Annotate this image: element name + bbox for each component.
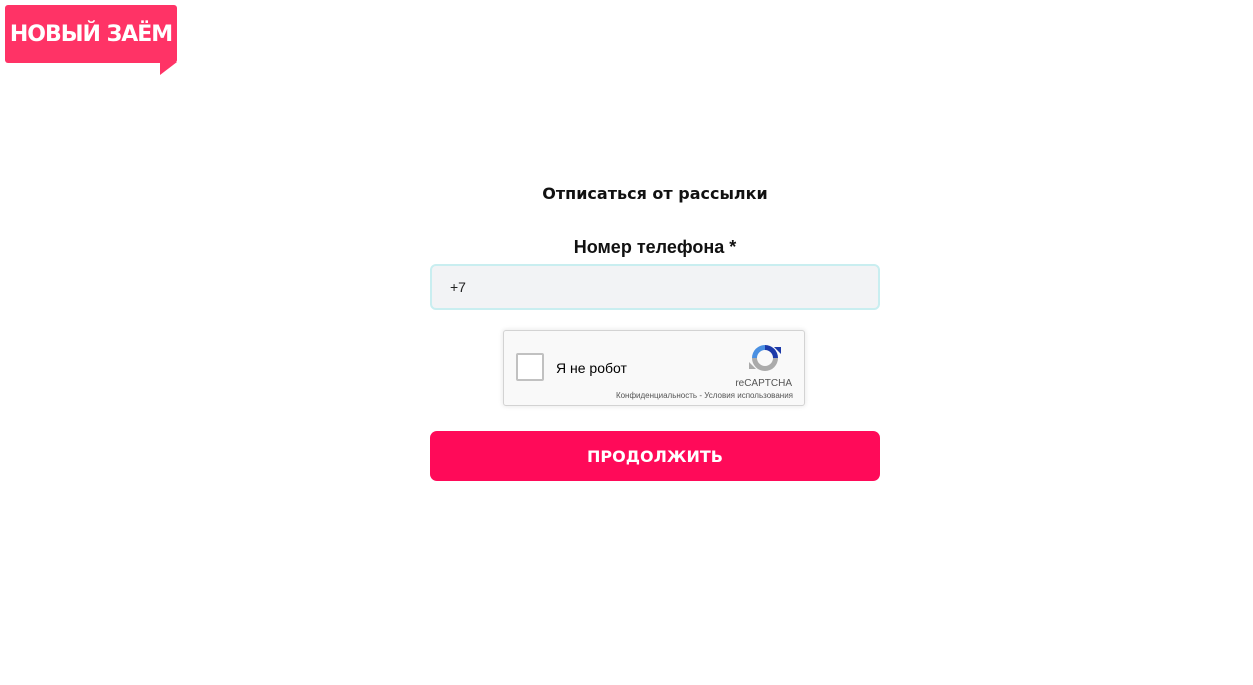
page-title: Отписаться от рассылки bbox=[542, 184, 768, 203]
recaptcha-checkbox[interactable] bbox=[516, 353, 544, 381]
privacy-link[interactable]: Конфиденциальность bbox=[616, 391, 697, 400]
recaptcha-label: Я не робот bbox=[556, 360, 627, 376]
recaptcha-logo-icon bbox=[749, 345, 781, 371]
phone-input[interactable] bbox=[430, 264, 880, 310]
phone-label: Номер телефона * bbox=[573, 237, 737, 257]
logo-tail bbox=[160, 62, 177, 75]
logo-box: НОВЫЙ ЗАЁМ bbox=[5, 5, 177, 63]
recaptcha-brand: reCAPTCHA bbox=[735, 378, 792, 389]
recaptcha-widget: Я не робот reCAPTCHA Конфиденциальность … bbox=[503, 330, 805, 406]
logo-text: НОВЫЙ ЗАЁМ bbox=[9, 21, 173, 47]
recaptcha-links: Конфиденциальность - Условия использован… bbox=[616, 391, 793, 400]
brand-logo[interactable]: НОВЫЙ ЗАЁМ bbox=[5, 5, 177, 75]
terms-link[interactable]: Условия использования bbox=[704, 391, 793, 400]
continue-button[interactable]: ПРОДОЛЖИТЬ bbox=[430, 431, 880, 481]
